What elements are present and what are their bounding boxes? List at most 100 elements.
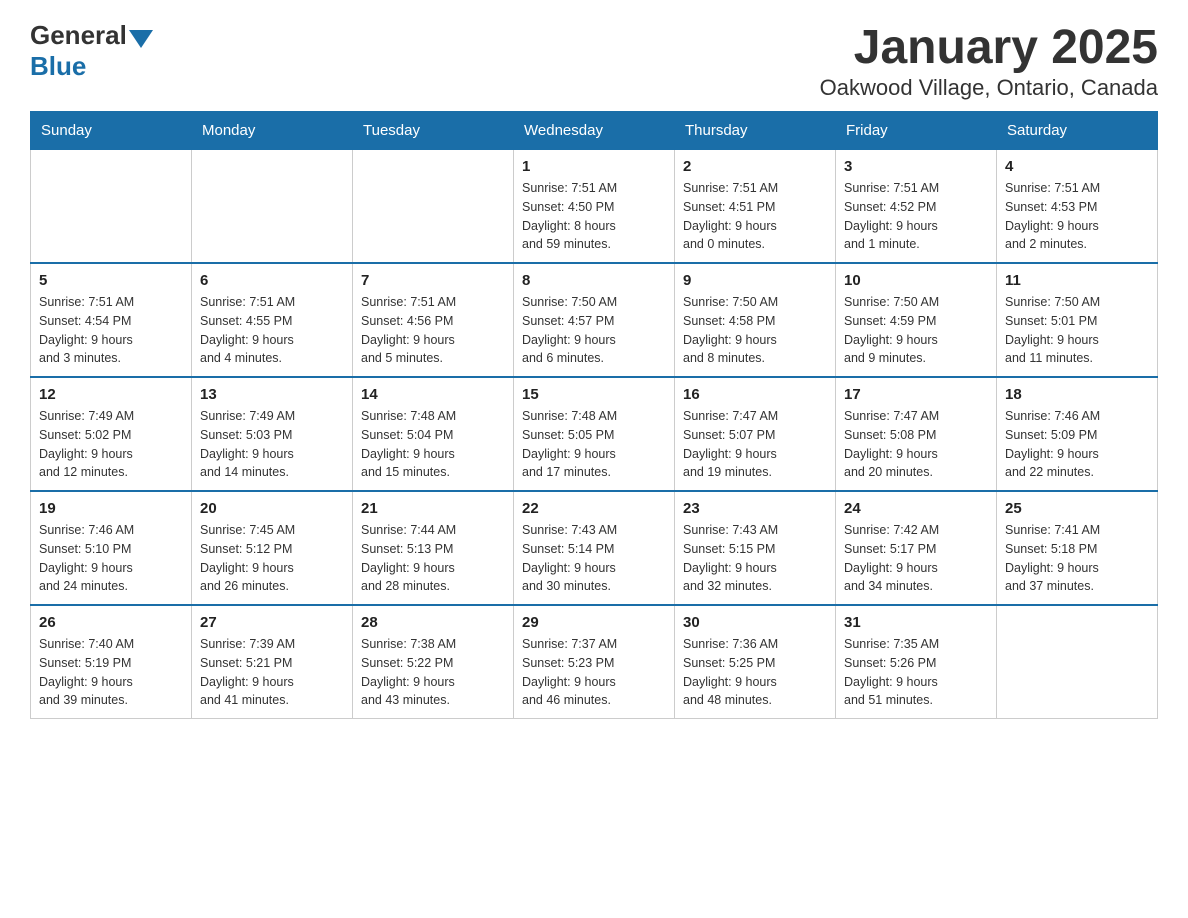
day-info: Sunrise: 7:51 AMSunset: 4:53 PMDaylight:… [1005, 179, 1149, 254]
day-info: Sunrise: 7:51 AMSunset: 4:50 PMDaylight:… [522, 179, 666, 254]
day-info: Sunrise: 7:39 AMSunset: 5:21 PMDaylight:… [200, 635, 344, 710]
table-row [192, 150, 353, 264]
day-info: Sunrise: 7:49 AMSunset: 5:02 PMDaylight:… [39, 407, 183, 482]
table-row: 23Sunrise: 7:43 AMSunset: 5:15 PMDayligh… [675, 491, 836, 605]
logo-general: General [30, 20, 127, 50]
day-number: 20 [200, 500, 344, 517]
page-title: January 2025 [820, 20, 1158, 75]
table-row: 7 Sunrise: 7:51 AMSunset: 4:56 PMDaylight… [353, 263, 514, 377]
day-number: 21 [361, 500, 505, 517]
day-number: 11 [1005, 272, 1149, 289]
day-info: Sunrise: 7:37 AMSunset: 5:23 PMDaylight:… [522, 635, 666, 710]
day-number: 5 [39, 272, 183, 289]
table-row: 8 Sunrise: 7:50 AMSunset: 4:57 PMDaylight… [514, 263, 675, 377]
table-row: 1 Sunrise: 7:51 AMSunset: 4:50 PMDaylight… [514, 150, 675, 264]
calendar-week-row: 5 Sunrise: 7:51 AMSunset: 4:54 PMDaylight… [31, 263, 1158, 377]
calendar-week-row: 19Sunrise: 7:46 AMSunset: 5:10 PMDayligh… [31, 491, 1158, 605]
day-number: 10 [844, 272, 988, 289]
page-header: General Blue January 2025 Oakwood Villag… [30, 20, 1158, 101]
day-number: 29 [522, 614, 666, 631]
calendar-table: Sunday Monday Tuesday Wednesday Thursday… [30, 111, 1158, 719]
table-row: 3 Sunrise: 7:51 AMSunset: 4:52 PMDaylight… [836, 150, 997, 264]
day-info: Sunrise: 7:41 AMSunset: 5:18 PMDaylight:… [1005, 521, 1149, 596]
day-number: 14 [361, 386, 505, 403]
day-number: 27 [200, 614, 344, 631]
day-number: 31 [844, 614, 988, 631]
day-info: Sunrise: 7:51 AMSunset: 4:55 PMDaylight:… [200, 293, 344, 368]
col-friday: Friday [836, 112, 997, 150]
day-info: Sunrise: 7:43 AMSunset: 5:14 PMDaylight:… [522, 521, 666, 596]
day-number: 18 [1005, 386, 1149, 403]
day-info: Sunrise: 7:51 AMSunset: 4:54 PMDaylight:… [39, 293, 183, 368]
day-number: 22 [522, 500, 666, 517]
table-row: 16Sunrise: 7:47 AMSunset: 5:07 PMDayligh… [675, 377, 836, 491]
table-row: 4 Sunrise: 7:51 AMSunset: 4:53 PMDaylight… [997, 150, 1158, 264]
table-row: 26Sunrise: 7:40 AMSunset: 5:19 PMDayligh… [31, 605, 192, 719]
logo-blue: Blue [30, 51, 86, 81]
table-row: 15 Sunrise: 7:48 AMSunset: 5:05 PMDayligh… [514, 377, 675, 491]
table-row: 6 Sunrise: 7:51 AMSunset: 4:55 PMDaylight… [192, 263, 353, 377]
table-row: 25 Sunrise: 7:41 AMSunset: 5:18 PMDayligh… [997, 491, 1158, 605]
table-row [31, 150, 192, 264]
logo-content: General Blue [30, 20, 153, 82]
table-row: 13 Sunrise: 7:49 AMSunset: 5:03 PMDayligh… [192, 377, 353, 491]
day-number: 17 [844, 386, 988, 403]
day-info: Sunrise: 7:45 AMSunset: 5:12 PMDaylight:… [200, 521, 344, 596]
table-row [353, 150, 514, 264]
table-row: 27 Sunrise: 7:39 AMSunset: 5:21 PMDayligh… [192, 605, 353, 719]
table-row: 31 Sunrise: 7:35 AMSunset: 5:26 PMDayligh… [836, 605, 997, 719]
calendar-week-row: 12 Sunrise: 7:49 AMSunset: 5:02 PMDayligh… [31, 377, 1158, 491]
day-info: Sunrise: 7:47 AMSunset: 5:08 PMDaylight:… [844, 407, 988, 482]
col-tuesday: Tuesday [353, 112, 514, 150]
day-info: Sunrise: 7:50 AMSunset: 4:57 PMDaylight:… [522, 293, 666, 368]
day-info: Sunrise: 7:38 AMSunset: 5:22 PMDaylight:… [361, 635, 505, 710]
calendar-header-row: Sunday Monday Tuesday Wednesday Thursday… [31, 112, 1158, 150]
table-row: 14 Sunrise: 7:48 AMSunset: 5:04 PMDayligh… [353, 377, 514, 491]
day-number: 8 [522, 272, 666, 289]
day-number: 2 [683, 158, 827, 175]
title-section: January 2025 Oakwood Village, Ontario, C… [820, 20, 1158, 101]
table-row: 10Sunrise: 7:50 AMSunset: 4:59 PMDayligh… [836, 263, 997, 377]
day-info: Sunrise: 7:50 AMSunset: 4:58 PMDaylight:… [683, 293, 827, 368]
day-info: Sunrise: 7:51 AMSunset: 4:51 PMDaylight:… [683, 179, 827, 254]
day-number: 3 [844, 158, 988, 175]
day-number: 15 [522, 386, 666, 403]
day-info: Sunrise: 7:50 AMSunset: 5:01 PMDaylight:… [1005, 293, 1149, 368]
col-sunday: Sunday [31, 112, 192, 150]
day-number: 16 [683, 386, 827, 403]
table-row: 17 Sunrise: 7:47 AMSunset: 5:08 PMDayligh… [836, 377, 997, 491]
table-row: 21Sunrise: 7:44 AMSunset: 5:13 PMDayligh… [353, 491, 514, 605]
day-number: 13 [200, 386, 344, 403]
day-info: Sunrise: 7:42 AMSunset: 5:17 PMDaylight:… [844, 521, 988, 596]
table-row: 12 Sunrise: 7:49 AMSunset: 5:02 PMDayligh… [31, 377, 192, 491]
table-row: 9Sunrise: 7:50 AMSunset: 4:58 PMDaylight… [675, 263, 836, 377]
day-info: Sunrise: 7:46 AMSunset: 5:09 PMDaylight:… [1005, 407, 1149, 482]
day-number: 7 [361, 272, 505, 289]
day-number: 12 [39, 386, 183, 403]
col-monday: Monday [192, 112, 353, 150]
table-row: 20 Sunrise: 7:45 AMSunset: 5:12 PMDayligh… [192, 491, 353, 605]
day-number: 6 [200, 272, 344, 289]
day-number: 30 [683, 614, 827, 631]
table-row: 19Sunrise: 7:46 AMSunset: 5:10 PMDayligh… [31, 491, 192, 605]
logo-triangle-icon [129, 30, 153, 48]
day-info: Sunrise: 7:51 AMSunset: 4:52 PMDaylight:… [844, 179, 988, 254]
calendar-week-row: 1 Sunrise: 7:51 AMSunset: 4:50 PMDaylight… [31, 150, 1158, 264]
table-row: 28 Sunrise: 7:38 AMSunset: 5:22 PMDayligh… [353, 605, 514, 719]
day-number: 1 [522, 158, 666, 175]
day-info: Sunrise: 7:48 AMSunset: 5:04 PMDaylight:… [361, 407, 505, 482]
day-info: Sunrise: 7:49 AMSunset: 5:03 PMDaylight:… [200, 407, 344, 482]
col-saturday: Saturday [997, 112, 1158, 150]
day-info: Sunrise: 7:35 AMSunset: 5:26 PMDaylight:… [844, 635, 988, 710]
day-number: 25 [1005, 500, 1149, 517]
table-row: 18 Sunrise: 7:46 AMSunset: 5:09 PMDayligh… [997, 377, 1158, 491]
col-thursday: Thursday [675, 112, 836, 150]
day-number: 28 [361, 614, 505, 631]
day-number: 24 [844, 500, 988, 517]
day-number: 4 [1005, 158, 1149, 175]
day-info: Sunrise: 7:48 AMSunset: 5:05 PMDaylight:… [522, 407, 666, 482]
calendar-week-row: 26Sunrise: 7:40 AMSunset: 5:19 PMDayligh… [31, 605, 1158, 719]
day-info: Sunrise: 7:51 AMSunset: 4:56 PMDaylight:… [361, 293, 505, 368]
day-info: Sunrise: 7:36 AMSunset: 5:25 PMDaylight:… [683, 635, 827, 710]
day-number: 23 [683, 500, 827, 517]
